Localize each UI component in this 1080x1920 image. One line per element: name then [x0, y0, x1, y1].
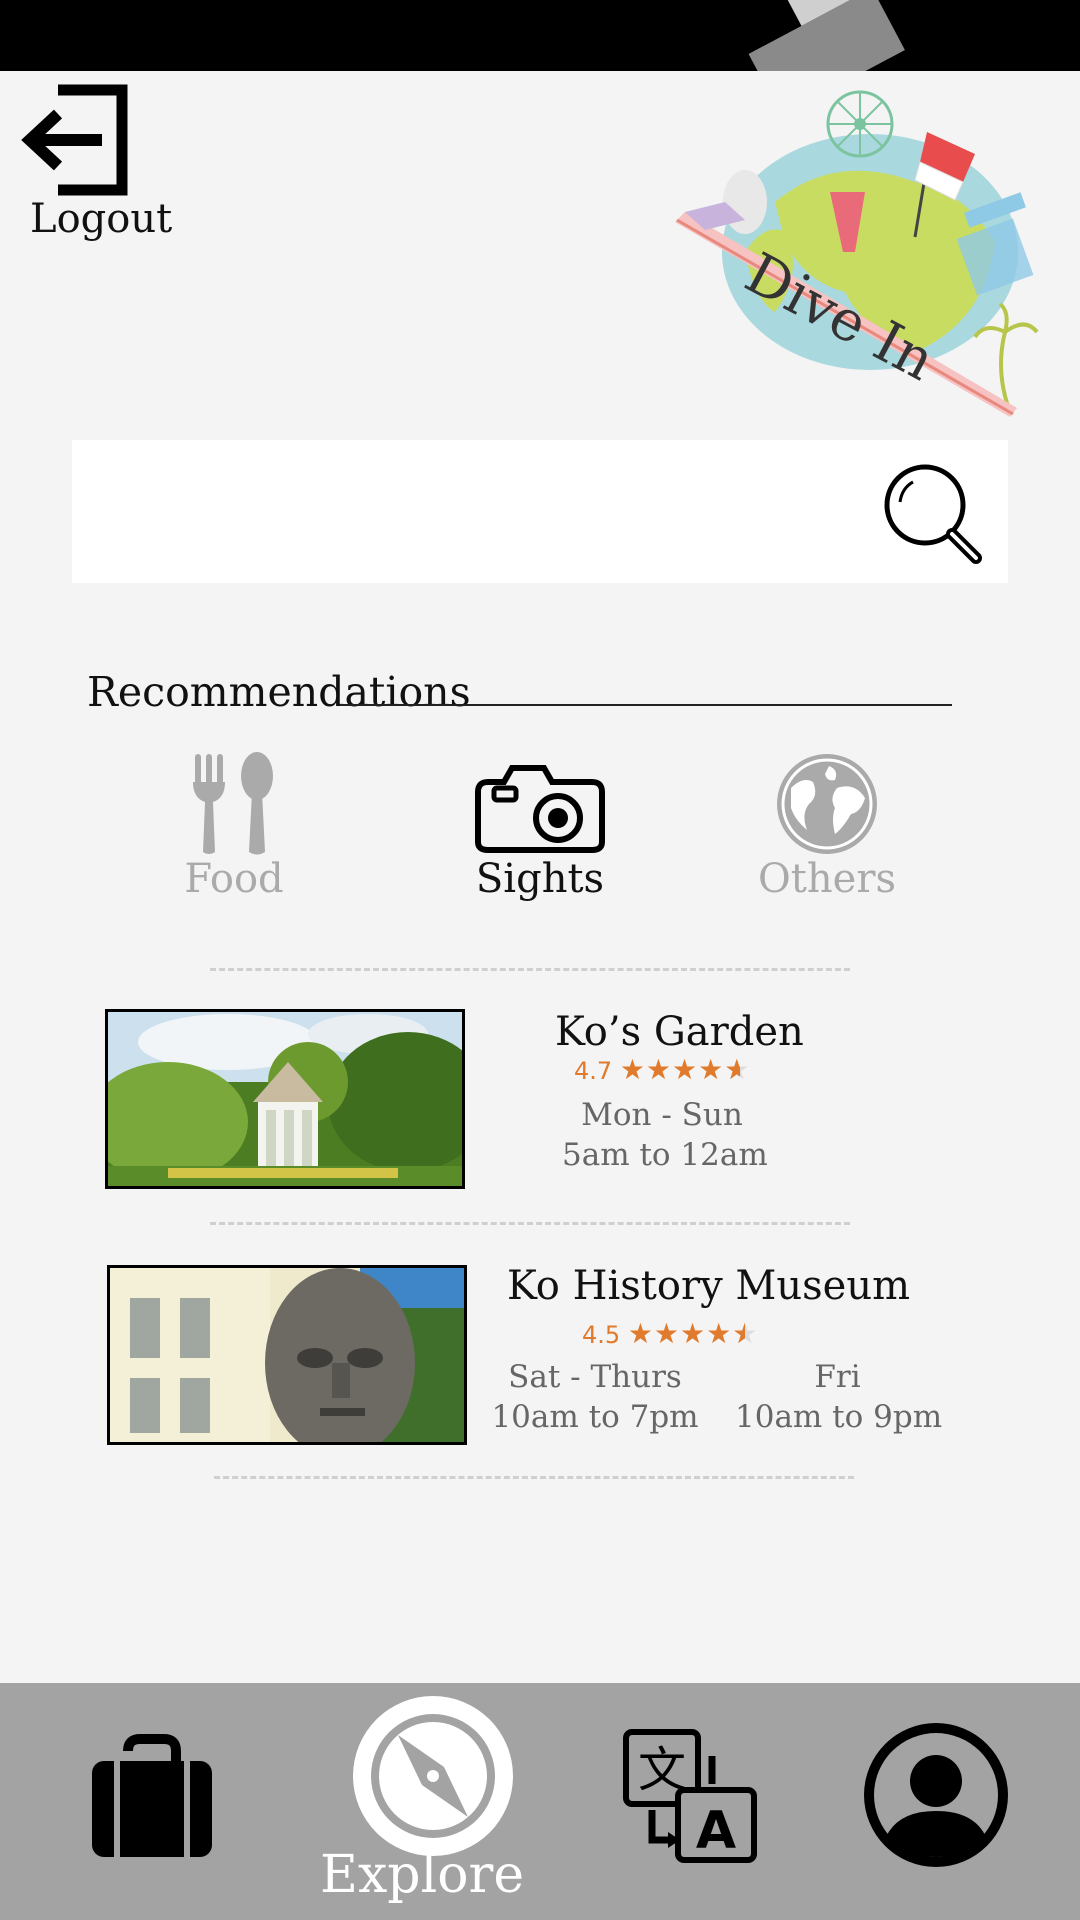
- hours-time: 10am to 9pm: [735, 1399, 943, 1435]
- hours-days: Sat - Thurs: [508, 1359, 682, 1395]
- rating-value: 4.5: [582, 1321, 621, 1349]
- place-hours-friday: Fri 10am to 9pm: [735, 1357, 943, 1437]
- place-hours: Mon - Sun 5am to 12am: [562, 1095, 768, 1175]
- recommendations-heading: Recommendations: [87, 668, 471, 716]
- fork-spoon-icon: [193, 752, 273, 855]
- bottom-nav: Explore 文 A: [0, 1683, 1080, 1920]
- list-divider: [210, 1222, 850, 1225]
- search-input[interactable]: [92, 440, 912, 583]
- logout-button[interactable]: Logout: [14, 84, 174, 244]
- status-bar-decoration: [748, 0, 905, 71]
- globe-icon: [777, 754, 877, 854]
- rating-stars: ★★★★★★: [619, 1053, 751, 1086]
- heading-underline: [340, 704, 952, 706]
- luggage-icon: [92, 1734, 212, 1857]
- logout-label: Logout: [30, 196, 173, 242]
- nav-explore[interactable]: Explore: [320, 1695, 550, 1920]
- hours-time: 10am to 7pm: [491, 1399, 699, 1435]
- list-divider: [214, 1476, 854, 1479]
- category-food[interactable]: Food: [134, 752, 334, 907]
- place-rating: 4.5 ★★★★★★: [582, 1317, 758, 1350]
- category-food-label: Food: [184, 856, 284, 902]
- place-image[interactable]: [105, 1009, 465, 1189]
- place-image[interactable]: [107, 1265, 467, 1445]
- place-hours-weekday: Sat - Thurs 10am to 7pm: [490, 1357, 700, 1437]
- category-sights[interactable]: Sights: [440, 752, 640, 907]
- place-name[interactable]: Ko’s Garden: [555, 1009, 804, 1055]
- hours-days: Fri: [814, 1359, 861, 1395]
- svg-text:A: A: [696, 1801, 736, 1861]
- translate-icon: 文 A: [623, 1729, 757, 1863]
- stone-head-museum-photo: [110, 1268, 464, 1442]
- logo-illustration: [675, 90, 1039, 417]
- place-rating: 4.7 ★★★★★ ★: [574, 1053, 750, 1086]
- category-sights-label: Sights: [475, 856, 605, 902]
- rating-value: 4.7: [574, 1057, 613, 1085]
- logout-icon: [21, 84, 128, 196]
- category-others[interactable]: Others: [727, 752, 927, 907]
- camera-icon: [475, 765, 605, 853]
- profile-icon: [864, 1723, 1008, 1867]
- search-icon[interactable]: [880, 460, 984, 564]
- category-others-label: Others: [758, 856, 896, 902]
- rating-stars: ★★★★★★: [627, 1317, 759, 1350]
- nav-translate[interactable]: 文 A: [622, 1728, 758, 1864]
- app-logo: Dive In: [665, 82, 1045, 422]
- place-name[interactable]: Ko History Museum: [507, 1263, 910, 1309]
- status-bar: [0, 0, 1080, 71]
- hours-time: 5am to 12am: [562, 1137, 768, 1173]
- search-bar: [72, 440, 1008, 583]
- hours-days: Mon - Sun: [581, 1097, 743, 1133]
- nav-explore-label: Explore: [320, 1845, 525, 1905]
- compass-icon: [353, 1696, 513, 1856]
- list-divider: [210, 968, 850, 971]
- nav-profile[interactable]: [862, 1721, 1010, 1869]
- gazebo-garden-photo: [108, 1012, 462, 1186]
- nav-luggage[interactable]: [88, 1733, 216, 1861]
